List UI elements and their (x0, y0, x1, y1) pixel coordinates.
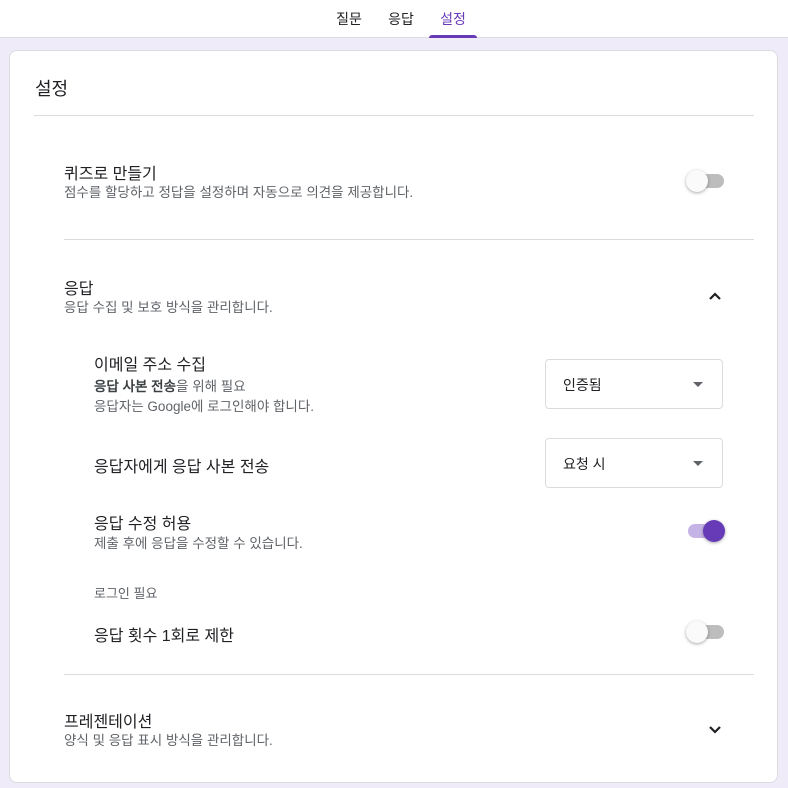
collect-email-select-value: 인증됨 (563, 377, 602, 393)
collect-email-select[interactable]: 인증됨 (545, 359, 723, 409)
toggle-thumb (703, 520, 725, 542)
allow-edit-description: 제출 후에 응답을 수정할 수 있습니다. (94, 536, 303, 551)
settings-card: 설정 퀴즈로 만들기 점수를 할당하고 정답을 설정하며 자동으로 의견을 제공… (9, 50, 778, 783)
dropdown-arrow-icon (693, 461, 703, 466)
tab-responses[interactable]: 응답 (379, 0, 423, 38)
collect-email-title: 이메일 주소 수집 (94, 357, 206, 374)
page-title: 설정 (35, 79, 69, 99)
send-copy-select-value: 요청 시 (563, 456, 606, 472)
responses-divider (64, 674, 754, 675)
collect-email-note: 응답 사본 전송을 위해 필요 (94, 376, 246, 397)
presentation-title: 프레젠테이션 (64, 714, 153, 731)
tab-questions[interactable]: 질문 (327, 0, 371, 38)
login-required-label: 로그인 필요 (94, 586, 158, 601)
collect-email-note-rest: 을 위해 필요 (176, 379, 246, 394)
allow-edit-title: 응답 수정 허용 (94, 516, 192, 533)
toggle-thumb (686, 170, 708, 192)
limit-one-toggle[interactable] (686, 621, 724, 643)
chevron-up-icon[interactable] (703, 284, 727, 308)
collect-email-note-bold: 응답 사본 전송 (94, 379, 177, 394)
chevron-down-icon[interactable] (703, 717, 727, 741)
title-divider (34, 115, 754, 116)
presentation-description: 양식 및 응답 표시 방식을 관리합니다. (64, 733, 273, 748)
send-copy-select[interactable]: 요청 시 (545, 438, 723, 488)
quiz-title: 퀴즈로 만들기 (64, 166, 157, 183)
allow-edit-toggle[interactable] (686, 520, 725, 542)
responses-title: 응답 (64, 281, 94, 298)
quiz-toggle[interactable] (686, 170, 724, 192)
send-copy-title: 응답자에게 응답 사본 전송 (94, 459, 270, 476)
toggle-thumb (686, 621, 708, 643)
dropdown-arrow-icon (693, 382, 703, 387)
collect-email-note2: 응답자는 Google에 로그인해야 합니다. (94, 399, 314, 414)
tab-settings[interactable]: 설정 (429, 0, 477, 38)
quiz-divider (64, 239, 754, 240)
responses-description: 응답 수집 및 보호 방식을 관리합니다. (64, 300, 273, 315)
quiz-description: 점수를 할당하고 정답을 설정하며 자동으로 의견을 제공합니다. (64, 185, 414, 200)
top-tab-bar: 질문 응답 설정 (0, 0, 788, 38)
limit-one-title: 응답 횟수 1회로 제한 (94, 628, 234, 645)
